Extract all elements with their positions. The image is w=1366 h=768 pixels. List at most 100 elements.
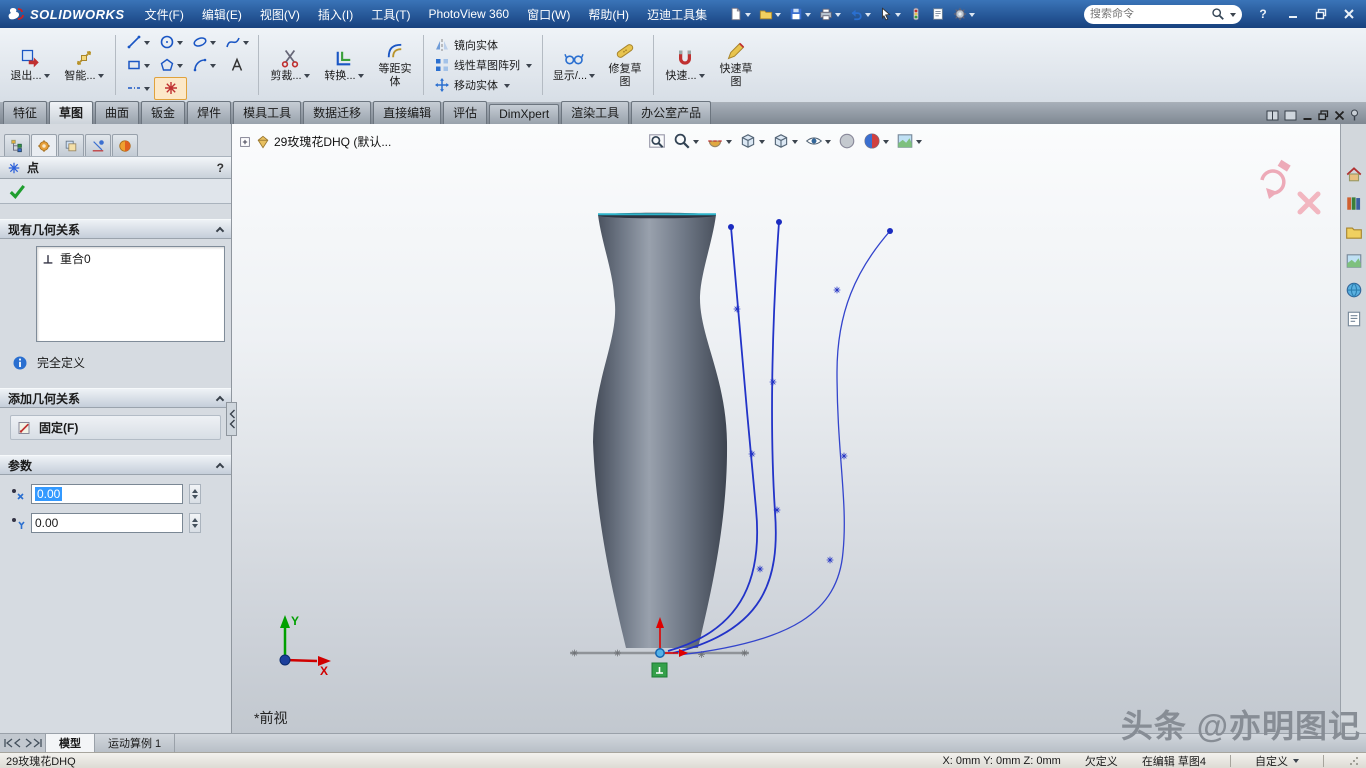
- vase-model[interactable]: [593, 213, 727, 648]
- tab-office-products[interactable]: 办公室产品: [631, 101, 711, 124]
- document-tree-label[interactable]: 29玫瑰花DHQ (默认...: [274, 133, 391, 150]
- quick-snaps-dropdown[interactable]: [699, 74, 705, 81]
- repair-sketch-button[interactable]: 修复草图: [602, 30, 648, 100]
- y-coordinate-input[interactable]: 0.00: [31, 513, 183, 533]
- rectangle-dropdown[interactable]: [144, 64, 150, 71]
- command-search-box[interactable]: [1084, 5, 1242, 24]
- open-dropdown[interactable]: [775, 13, 781, 20]
- panel-collapse-handle[interactable]: [226, 402, 237, 436]
- y-spinner[interactable]: [189, 513, 201, 533]
- fix-relation-button[interactable]: 固定(F): [10, 415, 221, 440]
- line-dropdown[interactable]: [144, 41, 150, 48]
- zoom-dropdown[interactable]: [693, 140, 699, 147]
- tab-featuremanager-tree[interactable]: [4, 134, 30, 156]
- custom-dropdown-caret[interactable]: [1293, 759, 1299, 766]
- select-button[interactable]: [877, 6, 903, 22]
- polygon-dropdown[interactable]: [177, 64, 183, 71]
- centerline-tool-button[interactable]: [121, 77, 154, 100]
- line-tool-button[interactable]: [121, 31, 154, 54]
- custom-properties-button[interactable]: [1344, 309, 1364, 329]
- menu-view[interactable]: 视图(V): [252, 3, 308, 26]
- text-tool-button[interactable]: [220, 54, 253, 77]
- menu-photoview[interactable]: PhotoView 360: [421, 4, 518, 24]
- tab-sheet-metal[interactable]: 钣金: [141, 101, 185, 124]
- search-scope-dropdown[interactable]: [1230, 13, 1236, 20]
- tab-render-tools[interactable]: 渲染工具: [561, 101, 629, 124]
- spline-dropdown[interactable]: [243, 41, 249, 48]
- exit-sketch-button[interactable]: 退出...: [4, 30, 56, 100]
- design-library-button[interactable]: [1344, 193, 1364, 213]
- tab-sketch[interactable]: 草图: [49, 101, 93, 124]
- rapid-sketch-button[interactable]: 快速草图: [713, 30, 759, 100]
- apply-scene-dropdown[interactable]: [883, 140, 889, 147]
- undo-button[interactable]: [847, 6, 873, 22]
- tab-surfaces[interactable]: 曲面: [95, 101, 139, 124]
- doc-close-icon[interactable]: [1334, 110, 1345, 121]
- move-entities-button[interactable]: 移动实体: [429, 76, 537, 94]
- edit-appearance-button[interactable]: [838, 132, 856, 150]
- centerline-dropdown[interactable]: [144, 87, 150, 94]
- pm-help-button[interactable]: ?: [217, 161, 224, 175]
- tab-propertymanager[interactable]: [31, 134, 57, 156]
- add-relations-section-header[interactable]: 添加几何关系: [0, 388, 231, 408]
- polygon-tool-button[interactable]: [154, 54, 187, 77]
- trim-dropdown[interactable]: [304, 74, 310, 81]
- trim-entities-button[interactable]: 剪裁...: [264, 30, 316, 100]
- print-button[interactable]: [817, 6, 843, 22]
- model-tab[interactable]: 模型: [46, 734, 95, 752]
- search-input[interactable]: [1090, 8, 1208, 20]
- menu-edit[interactable]: 编辑(E): [194, 3, 250, 26]
- tab-data-migration[interactable]: 数据迁移: [303, 101, 371, 124]
- tab-mold-tools[interactable]: 模具工具: [233, 101, 301, 124]
- viewport-layout-icon[interactable]: [1266, 110, 1279, 121]
- tab-displaymanager[interactable]: [112, 134, 138, 156]
- convert-dropdown[interactable]: [358, 74, 364, 81]
- menu-insert[interactable]: 插入(I): [310, 3, 361, 26]
- display-style-dropdown[interactable]: [792, 140, 798, 147]
- section-dropdown[interactable]: [726, 140, 732, 147]
- pin-icon[interactable]: [1350, 109, 1359, 121]
- move-dropdown[interactable]: [504, 84, 510, 91]
- file-properties-button[interactable]: [929, 6, 947, 22]
- apply-scene-button[interactable]: [863, 132, 889, 150]
- spline-endpoint[interactable]: [728, 224, 734, 230]
- doc-restore-icon[interactable]: [1318, 110, 1329, 121]
- smart-dimension-dropdown[interactable]: [98, 74, 104, 81]
- x-coordinate-input[interactable]: 0.00: [31, 484, 183, 504]
- existing-relations-section-header[interactable]: 现有几何关系: [0, 219, 231, 239]
- ellipse-dropdown[interactable]: [210, 41, 216, 48]
- zoom-fit-button[interactable]: [648, 132, 666, 150]
- section-view-button[interactable]: [706, 132, 732, 150]
- ok-check-button[interactable]: [8, 182, 26, 200]
- relation-list-item[interactable]: 重合0: [39, 249, 222, 268]
- relations-listbox[interactable]: 重合0: [36, 246, 225, 342]
- motion-study-tab[interactable]: 运动算例 1: [95, 734, 175, 752]
- collapse-chevron-icon[interactable]: [216, 462, 224, 470]
- selected-point[interactable]: [656, 649, 664, 657]
- arc-dropdown[interactable]: [210, 64, 216, 71]
- search-icon[interactable]: [1211, 7, 1225, 21]
- hide-show-items-button[interactable]: [805, 132, 831, 150]
- restore-button[interactable]: [1310, 5, 1332, 23]
- display-relations-dropdown[interactable]: [589, 74, 595, 81]
- menu-help[interactable]: 帮助(H): [580, 3, 637, 26]
- display-relations-button[interactable]: 显示/...: [548, 30, 600, 100]
- save-button[interactable]: [787, 6, 813, 22]
- view-palette-button[interactable]: [1344, 251, 1364, 271]
- new-document-button[interactable]: [727, 6, 753, 22]
- x-spinner[interactable]: [189, 484, 201, 504]
- feature-tree-flyout[interactable]: 29玫瑰花DHQ (默认...: [238, 133, 391, 150]
- menu-file[interactable]: 文件(F): [137, 3, 192, 26]
- status-custom-dropdown[interactable]: 自定义: [1255, 753, 1299, 768]
- tab-evaluate[interactable]: 评估: [443, 101, 487, 124]
- ellipse-tool-button[interactable]: [187, 31, 220, 54]
- circle-tool-button[interactable]: [154, 31, 187, 54]
- options-dropdown[interactable]: [969, 13, 975, 20]
- rectangle-tool-button[interactable]: [121, 54, 154, 77]
- model-viewport[interactable]: Y X: [232, 124, 1340, 733]
- doc-minimize-icon[interactable]: [1302, 110, 1313, 121]
- menu-tools[interactable]: 工具(T): [363, 3, 418, 26]
- view-settings-button[interactable]: [896, 132, 922, 150]
- undo-dropdown[interactable]: [865, 13, 871, 20]
- smart-dimension-button[interactable]: 智能...: [58, 30, 110, 100]
